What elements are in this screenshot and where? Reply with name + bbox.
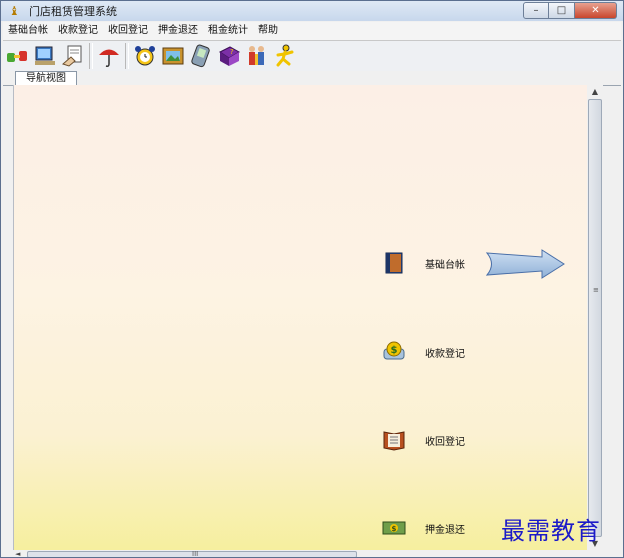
horizontal-scroll-thumb[interactable]: III [27,550,357,558]
right-arrow-icon [486,249,565,279]
svg-text:$: $ [392,525,397,533]
tab-navigation-view[interactable]: 导航视图 [15,71,77,85]
return-book-icon [383,431,405,451]
app-icon: ♝ [9,4,20,18]
nav-item-ledger[interactable]: 基础台帐 [382,251,465,275]
title-bar[interactable]: ♝ 门店租赁管理系统 – □ ✕ [1,1,623,21]
tab-strip: 导航视图 [3,71,621,86]
nav-item-deposit-refund[interactable]: $ 押金退还 [382,516,465,540]
svg-text:$: $ [391,345,398,356]
scroll-left-button[interactable]: ◄ [15,550,20,557]
navigation-view-panel: 基础台帐 $ 收款登记 收回登记 $ 押金退还 [13,85,587,551]
nav-label-recovery: 收回登记 [425,436,465,448]
menu-item-recovery[interactable]: 收回登记 [103,22,153,40]
alarm-clock-icon [135,46,155,66]
toolbar: ? [3,41,621,71]
scroll-grip: ≡ [593,286,599,294]
toolbar-separator [125,43,129,69]
ledger-book-icon [385,252,403,274]
menu-item-deposit-refund[interactable]: 押金退还 [153,22,203,40]
maximize-button[interactable]: □ [549,2,575,19]
menu-item-rent-stats[interactable]: 租金统计 [203,22,253,40]
document-hand-button[interactable] [59,42,87,70]
pda-button[interactable] [187,42,215,70]
scroll-up-button[interactable]: ▲ [587,85,603,99]
vertical-scrollbar[interactable]: ▲ ≡ ▼ [587,85,603,551]
menu-item-receipt[interactable]: 收款登记 [53,22,103,40]
scroll-grip: III [192,550,199,558]
horizontal-scrollbar[interactable]: ◄ III [13,550,587,558]
window-controls: – □ ✕ [523,2,617,19]
runner-icon [276,44,294,67]
nav-label-receipt: 收款登记 [425,348,465,360]
menu-item-help[interactable]: 帮助 [253,22,283,40]
umbrella-icon [99,49,119,67]
cash-bill-icon: $ [382,521,406,535]
nav-item-recovery[interactable]: 收回登记 [382,428,465,452]
nav-label-ledger: 基础台帐 [425,259,465,271]
document-hand-icon [62,45,82,67]
users-icon [249,46,264,65]
window-title: 门店租赁管理系统 [29,5,117,18]
connect-icon [7,51,27,62]
help-book-button[interactable]: ? [215,42,243,70]
users-button[interactable] [243,42,271,70]
close-button[interactable]: ✕ [575,2,617,19]
connect-button[interactable] [3,42,31,70]
minimize-button[interactable]: – [523,2,549,19]
help-book-icon: ? [219,46,240,66]
nav-label-deposit-refund: 押金退还 [425,524,465,536]
app-window: ♝ 门店租赁管理系统 – □ ✕ 基础台帐 收款登记 收回登记 押金退还 租金统… [0,0,624,558]
money-bag-icon: $ [383,341,405,360]
menu-item-ledger[interactable]: 基础台帐 [3,22,53,40]
nav-item-receipt[interactable]: $ 收款登记 [382,340,465,364]
pda-icon [191,44,210,68]
runner-button[interactable] [271,42,299,70]
monitor-icon [35,46,55,65]
picture-button[interactable] [159,42,187,70]
umbrella-button[interactable] [95,42,123,70]
picture-icon [162,47,184,65]
alarm-clock-button[interactable] [131,42,159,70]
vertical-scroll-thumb[interactable]: ≡ [588,99,602,537]
toolbar-separator [89,43,93,69]
menu-bar: 基础台帐 收款登记 收回登记 押金退还 租金统计 帮助 [3,22,621,41]
watermark-text: 最需教育 [501,517,601,545]
monitor-button[interactable] [31,42,59,70]
svg-text:?: ? [230,48,234,56]
